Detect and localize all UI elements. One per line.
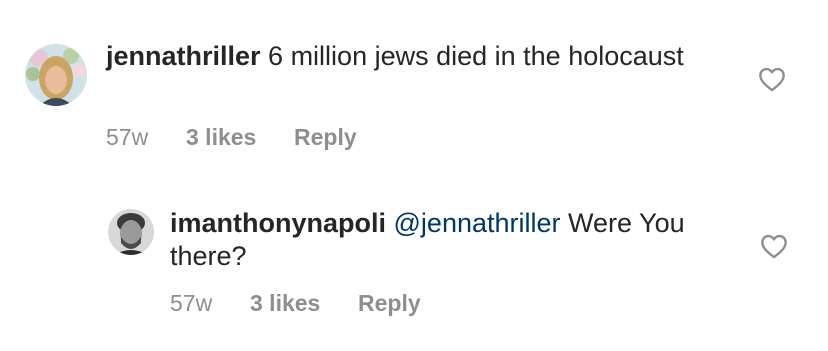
comment-text: imanthonynapoli @jennathriller Were You … xyxy=(170,207,730,273)
reply-button[interactable]: Reply xyxy=(358,290,421,317)
comment-text: jennathriller 6 million jews died in the… xyxy=(106,40,706,73)
heart-outline-icon[interactable] xyxy=(758,66,786,92)
comment-body: 6 million jews died in the holocaust xyxy=(260,41,684,71)
comment-likes[interactable]: 3 likes xyxy=(186,124,256,151)
comment-timestamp: 57w xyxy=(106,124,149,150)
heart-outline-icon[interactable] xyxy=(760,233,788,259)
reply-button[interactable]: Reply xyxy=(294,124,357,151)
comment-username[interactable]: imanthonynapoli xyxy=(170,208,386,238)
avatar[interactable] xyxy=(25,44,87,106)
comment-mention[interactable]: @jennathriller xyxy=(394,208,561,238)
comment-username[interactable]: jennathriller xyxy=(106,41,261,71)
comment-timestamp: 57w xyxy=(170,290,213,316)
avatar[interactable] xyxy=(108,209,154,255)
comment-likes[interactable]: 3 likes xyxy=(250,290,320,317)
